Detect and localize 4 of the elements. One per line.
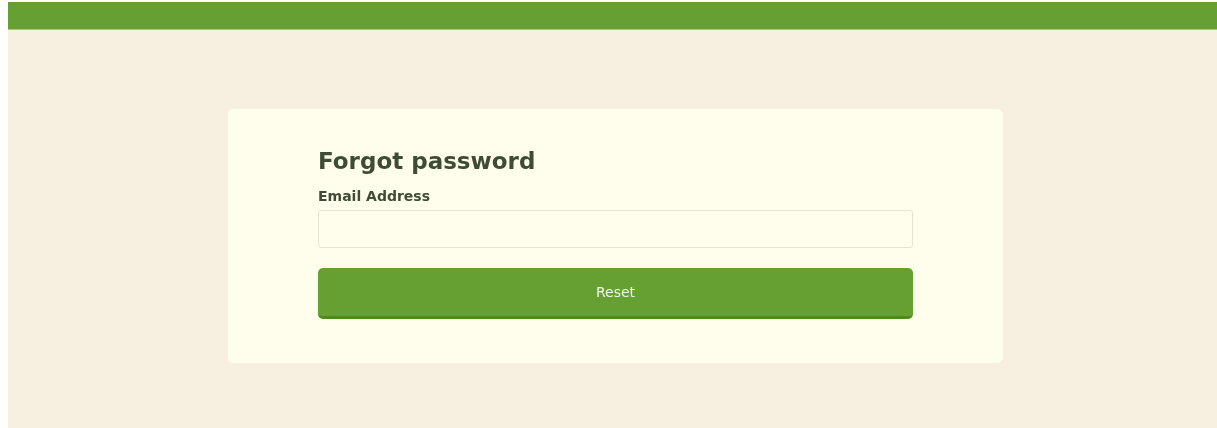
reset-button[interactable]: Reset — [318, 268, 913, 319]
field-label: Email Address — [318, 187, 431, 205]
email-field[interactable] — [318, 210, 913, 248]
form-title: Forgot password — [318, 147, 537, 175]
